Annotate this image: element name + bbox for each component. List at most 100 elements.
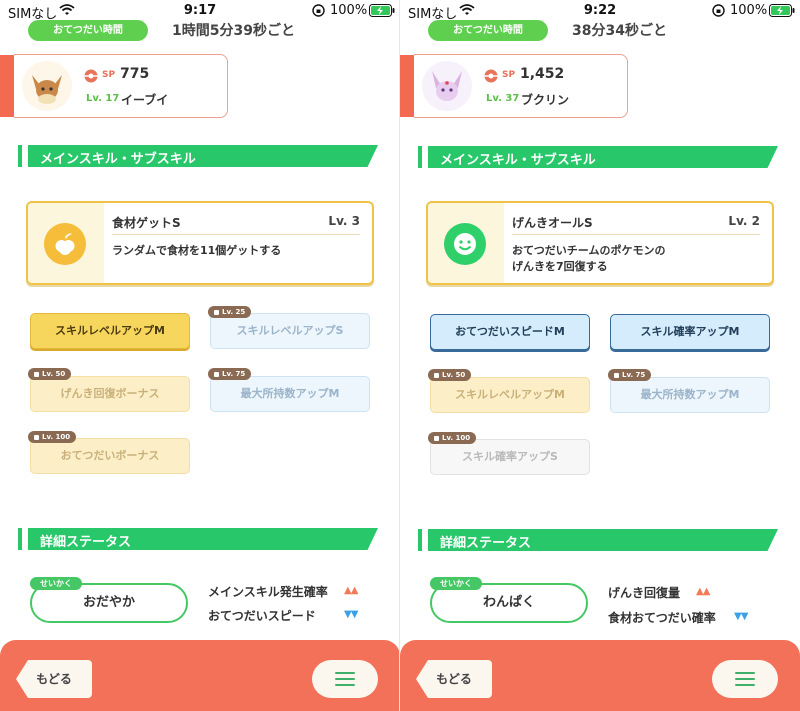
nature-effect-down: 食材おてつだい確率 [608, 611, 716, 625]
arrow-up-icon: ▲▲ [344, 585, 358, 596]
help-interval: 1時間5分39秒ごと [172, 23, 295, 39]
pokemon-detail-screen-right: SIMなし 9:22 100% おてつだい時間 38分34秒ごと SP 1,45… [400, 0, 800, 711]
divider [512, 234, 760, 235]
sub-skill-button[interactable]: おてつだいスピードM [430, 314, 590, 350]
skill-level: Lv. 3 [328, 214, 360, 228]
header-bar [18, 145, 22, 167]
section-title: メインスキル・サブスキル [440, 153, 596, 168]
lock-icon [434, 435, 439, 441]
divider [112, 234, 360, 235]
ingredient-icon [44, 223, 86, 265]
sub-skill-button[interactable]: スキル確率アップM [610, 314, 770, 350]
sp-value: 1,452 [520, 66, 565, 82]
unlock-level: Lv. 75 [622, 371, 646, 379]
rotation-lock-icon [312, 4, 325, 17]
battery-charging-icon [369, 4, 395, 17]
help-time-tag: おてつだい時間 [28, 20, 148, 41]
rotation-lock-icon [712, 4, 725, 17]
espeon-icon [432, 71, 462, 101]
pokemon-name: イーブイ [121, 93, 169, 107]
lock-icon [34, 371, 39, 377]
header-bar [18, 528, 22, 550]
section-header-skills: メインスキル・サブスキル [418, 146, 778, 168]
hamburger-icon [735, 672, 755, 686]
menu-button[interactable] [312, 660, 378, 698]
hamburger-icon [335, 672, 355, 686]
footer-bar: もどる [0, 640, 400, 711]
back-button[interactable]: もどる [16, 660, 92, 698]
lock-icon [434, 372, 439, 378]
sub-skill-button-locked[interactable]: おてつだいボーナス [30, 438, 190, 474]
unlock-level: Lv. 100 [42, 433, 71, 441]
strength-points-icon [84, 69, 98, 83]
unlock-level: Lv. 75 [222, 370, 246, 378]
unlock-level-badge: Lv. 100 [428, 432, 477, 444]
skill-description-line: おてつだいチームのポケモンの [512, 244, 666, 257]
pokemon-detail-screen-left: SIMなし 9:17 100% おてつだい時間 1時間5分39秒ごと SP 77… [0, 0, 400, 711]
sub-skill-button-locked[interactable]: 最大所持数アップM [610, 377, 770, 413]
lock-icon [214, 371, 219, 377]
footer-bar: もどる [400, 640, 800, 711]
section-header-details: 詳細ステータス [418, 529, 778, 551]
battery-percent: 100% [730, 3, 768, 18]
skill-name: 食材ゲットS [112, 216, 181, 230]
sub-skill-button-locked[interactable]: スキルレベルアップM [430, 377, 590, 413]
sp-label: SP [102, 70, 116, 80]
arrow-down-icon: ▼▼ [344, 609, 358, 620]
unlock-level: Lv. 50 [442, 371, 466, 379]
help-time-tag: おてつだい時間 [428, 20, 548, 41]
header-bar [418, 529, 422, 551]
pokemon-summary-card[interactable]: SP 1,452 Lv. 37 ブクリン [400, 54, 628, 118]
status-bar: SIMなし 9:17 100% [0, 0, 400, 22]
unlock-level-badge: Lv. 100 [28, 431, 77, 443]
battery-charging-icon [769, 4, 795, 17]
header-bar [418, 146, 422, 168]
pokemon-avatar [422, 61, 472, 111]
card-accent [400, 55, 414, 117]
sp-label: SP [502, 70, 516, 80]
pokemon-level: Lv. 17 [86, 93, 120, 104]
skill-name: げんきオールS [512, 216, 593, 230]
sub-skill-button[interactable]: スキルレベルアップM [30, 313, 190, 349]
main-skill-card[interactable]: 食材ゲットS Lv. 3 ランダムで食材を11個ゲットする [26, 201, 374, 285]
screen-comparison: SIMなし 9:17 100% おてつだい時間 1時間5分39秒ごと SP 77… [0, 0, 800, 711]
strength-points-icon [484, 69, 498, 83]
skill-description: ランダムで食材を11個ゲットする [112, 244, 282, 257]
skill-icon-area [28, 203, 104, 283]
pokemon-avatar [22, 61, 72, 111]
help-interval: 38分34秒ごと [572, 23, 667, 39]
eevee-icon [32, 75, 62, 104]
pokemon-level: Lv. 37 [486, 93, 520, 104]
skill-description-line: げんきを7回復する [512, 260, 608, 273]
pokemon-summary-card[interactable]: SP 775 Lv. 17 イーブイ [0, 54, 228, 118]
section-title: 詳細ステータス [40, 535, 132, 550]
status-bar: SIMなし 9:22 100% [400, 0, 800, 22]
nature-effect-up: げんき回復量 [608, 586, 681, 600]
main-skill-card[interactable]: げんきオールS Lv. 2 おてつだいチームのポケモンの げんきを7回復する [426, 201, 774, 285]
nature-effect-up: メインスキル発生確率 [208, 585, 328, 599]
unlock-level-badge: Lv. 75 [208, 368, 252, 380]
unlock-level: Lv. 25 [222, 308, 246, 316]
sub-skill-button-locked[interactable]: 最大所持数アップM [210, 376, 370, 412]
sub-skill-button-locked[interactable]: スキルレベルアップS [210, 313, 370, 349]
unlock-level-badge: Lv. 75 [608, 369, 652, 381]
unlock-level: Lv. 50 [42, 370, 66, 378]
section-title: メインスキル・サブスキル [40, 152, 196, 167]
section-title: 詳細ステータス [440, 536, 532, 551]
section-header-skills: メインスキル・サブスキル [18, 145, 378, 167]
sp-value: 775 [120, 66, 150, 82]
menu-button[interactable] [712, 660, 778, 698]
pokemon-name: ブクリン [521, 93, 570, 107]
skill-icon-area [428, 203, 504, 283]
back-button[interactable]: もどる [416, 660, 492, 698]
lock-icon [614, 372, 619, 378]
battery-percent: 100% [330, 3, 368, 18]
unlock-level: Lv. 100 [442, 434, 471, 442]
lock-icon [214, 309, 219, 315]
nature-effect-down: おてつだいスピード [208, 609, 316, 623]
skill-level: Lv. 2 [728, 214, 760, 228]
arrow-down-icon: ▼▼ [734, 611, 748, 622]
sub-skill-button-locked[interactable]: げんき回復ボーナス [30, 376, 190, 412]
unlock-level-badge: Lv. 50 [428, 369, 472, 381]
sub-skill-button-locked[interactable]: スキル確率アップS [430, 439, 590, 475]
